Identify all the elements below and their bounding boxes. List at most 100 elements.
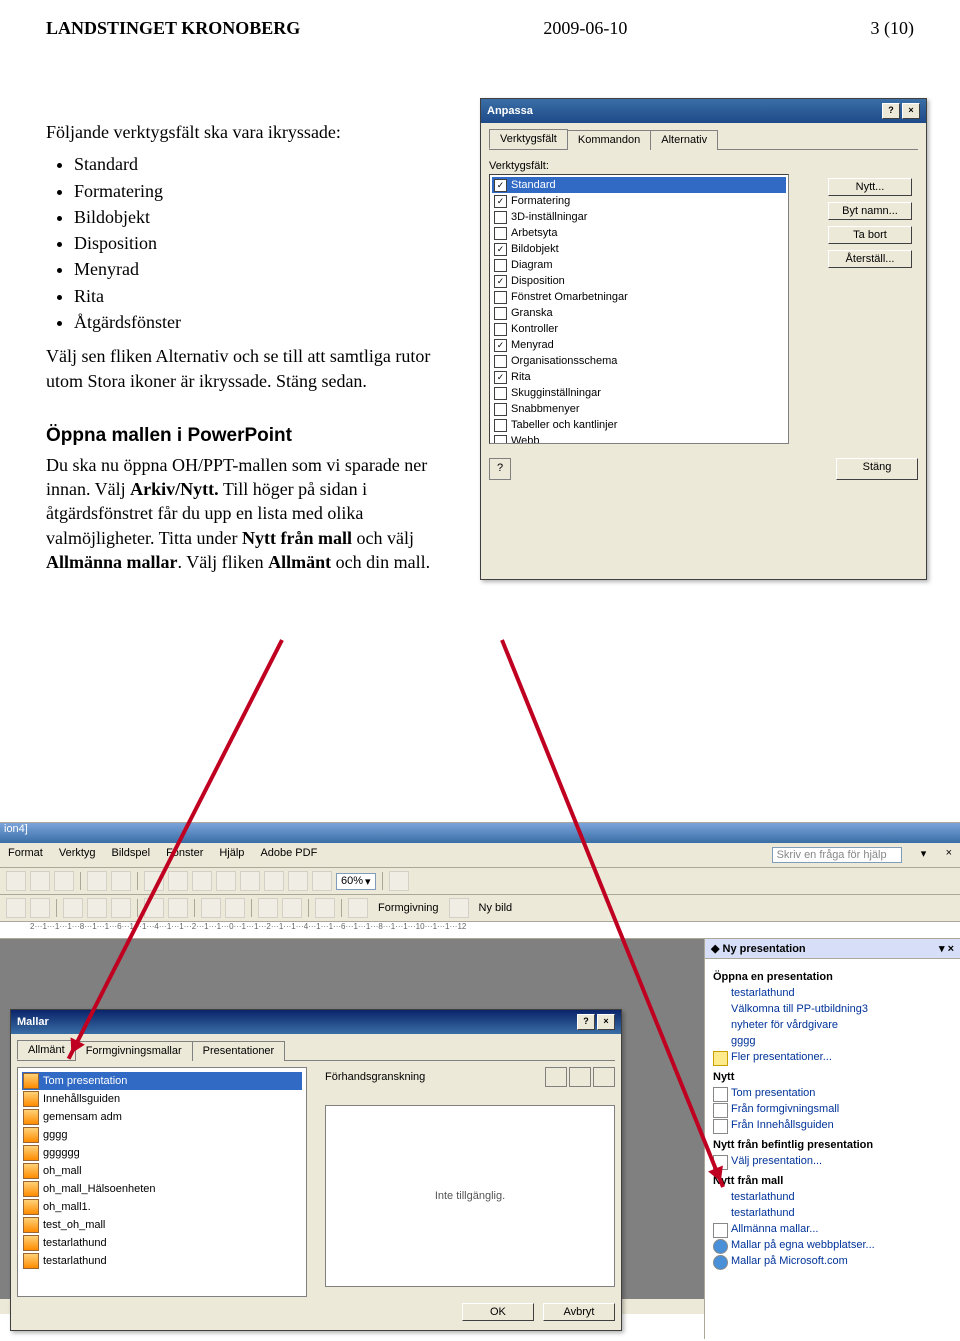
- cancel-button[interactable]: Avbryt: [543, 1303, 615, 1321]
- template-file-row[interactable]: oh_mall: [22, 1162, 302, 1180]
- recent-link[interactable]: nyheter för vårdgivare: [713, 1017, 952, 1033]
- toolbar-checkbox-row[interactable]: Diagram: [492, 257, 786, 273]
- checkbox-icon[interactable]: [494, 259, 507, 272]
- checkbox-icon[interactable]: ✓: [494, 339, 507, 352]
- toolbar-checkbox-row[interactable]: Fönstret Omarbetningar: [492, 289, 786, 305]
- checkbox-icon[interactable]: [494, 435, 507, 445]
- align-right-icon[interactable]: [111, 898, 131, 918]
- help-icon[interactable]: ?: [577, 1014, 595, 1030]
- checkbox-icon[interactable]: ✓: [494, 179, 507, 192]
- ok-button[interactable]: OK: [462, 1303, 534, 1321]
- checkbox-icon[interactable]: [494, 403, 507, 416]
- menu-tools[interactable]: Verktyg: [59, 847, 96, 863]
- help-icon[interactable]: ?: [882, 103, 900, 119]
- show-grid-icon[interactable]: [288, 871, 308, 891]
- toolbar-checkbox-row[interactable]: ✓Formatering: [492, 193, 786, 209]
- tab-commands[interactable]: Kommandon: [567, 130, 651, 150]
- more-presentations-link[interactable]: Fler presentationer...: [713, 1049, 952, 1065]
- template-file-row[interactable]: Innehållsguiden: [22, 1090, 302, 1108]
- rename-button[interactable]: Byt namn...: [828, 202, 912, 220]
- context-help-icon[interactable]: ?: [489, 458, 511, 480]
- underline-icon[interactable]: [6, 898, 26, 918]
- shadow-icon[interactable]: [30, 898, 50, 918]
- taskpane-header[interactable]: ◆ Ny presentation ▾ ×: [705, 939, 960, 959]
- expand-all-icon[interactable]: [240, 871, 260, 891]
- close-icon[interactable]: ×: [597, 1014, 615, 1030]
- details-view-icon[interactable]: [593, 1067, 615, 1087]
- show-formatting-icon[interactable]: [264, 871, 284, 891]
- tab-design-templates[interactable]: Formgivningsmallar: [75, 1041, 193, 1061]
- checkbox-icon[interactable]: [494, 323, 507, 336]
- general-templates-link[interactable]: Allmänna mallar...: [713, 1221, 952, 1237]
- toolbar-checkbox-row[interactable]: Kontroller: [492, 321, 786, 337]
- checkbox-icon[interactable]: [494, 419, 507, 432]
- toolbar-checkbox-row[interactable]: Tabeller och kantlinjer: [492, 417, 786, 433]
- checkbox-icon[interactable]: ✓: [494, 275, 507, 288]
- toolbar-checkbox-row[interactable]: ✓Bildobjekt: [492, 241, 786, 257]
- close-button[interactable]: Stäng: [836, 458, 918, 480]
- close-icon[interactable]: ×: [902, 103, 920, 119]
- from-content-wizard-link[interactable]: Från Innehållsguiden: [713, 1117, 952, 1133]
- dropdown-icon[interactable]: ▾: [939, 943, 945, 955]
- delete-button[interactable]: Ta bort: [828, 226, 912, 244]
- format-painter-icon[interactable]: [54, 871, 74, 891]
- from-design-template-link[interactable]: Från formgivningsmall: [713, 1101, 952, 1117]
- insert-table-icon[interactable]: [168, 871, 188, 891]
- toolbar-checkbox-row[interactable]: Webb: [492, 433, 786, 444]
- undo-icon[interactable]: [87, 871, 107, 891]
- template-file-row[interactable]: oh_mall1.: [22, 1198, 302, 1216]
- checkbox-icon[interactable]: ✓: [494, 195, 507, 208]
- reset-button[interactable]: Återställ...: [828, 250, 912, 268]
- menu-slideshow[interactable]: Bildspel: [112, 847, 151, 863]
- redo-icon[interactable]: [111, 871, 131, 891]
- checkbox-icon[interactable]: [494, 307, 507, 320]
- dialog-titlebar[interactable]: Anpassa ? ×: [481, 99, 926, 123]
- toolbar-checkbox-row[interactable]: Arbetsyta: [492, 225, 786, 241]
- recent-link[interactable]: testarlathund: [713, 985, 952, 1001]
- new-slide-button[interactable]: Ny bild: [473, 902, 519, 914]
- checkbox-icon[interactable]: [494, 211, 507, 224]
- checkbox-icon[interactable]: ✓: [494, 243, 507, 256]
- menu-format[interactable]: Format: [8, 847, 43, 863]
- recent-link[interactable]: Välkomna till PP-utbildning3: [713, 1001, 952, 1017]
- dropdown-icon[interactable]: ▾: [918, 847, 930, 863]
- help-icon[interactable]: [389, 871, 409, 891]
- template-file-row[interactable]: oh_mall_Hälsoenheten: [22, 1180, 302, 1198]
- close-doc-icon[interactable]: ×: [946, 847, 952, 863]
- menu-help[interactable]: Hjälp: [219, 847, 244, 863]
- templates-file-list[interactable]: Tom presentationInnehållsguidengemensam …: [17, 1067, 307, 1297]
- toolbar-checkbox-row[interactable]: ✓Standard: [492, 177, 786, 193]
- checkbox-icon[interactable]: [494, 355, 507, 368]
- bullets-icon[interactable]: [168, 898, 188, 918]
- checkbox-icon[interactable]: [494, 227, 507, 240]
- close-icon[interactable]: ×: [948, 943, 954, 955]
- decrease-indent-icon[interactable]: [258, 898, 278, 918]
- checkbox-icon[interactable]: ✓: [494, 371, 507, 384]
- blank-presentation-link[interactable]: Tom presentation: [713, 1085, 952, 1101]
- large-icons-view-icon[interactable]: [545, 1067, 567, 1087]
- ms-templates-link[interactable]: Mallar på Microsoft.com: [713, 1253, 952, 1269]
- template-file-row[interactable]: gggg: [22, 1126, 302, 1144]
- toolbar-checkbox-row[interactable]: ✓Rita: [492, 369, 786, 385]
- increase-indent-icon[interactable]: [282, 898, 302, 918]
- toolbar-checkbox-row[interactable]: Organisationsschema: [492, 353, 786, 369]
- template-link[interactable]: testarlathund: [713, 1205, 952, 1221]
- toolbar-checkbox-row[interactable]: Snabbmenyer: [492, 401, 786, 417]
- toolbar-checkbox-row[interactable]: Granska: [492, 305, 786, 321]
- menu-adobe-pdf[interactable]: Adobe PDF: [260, 847, 317, 863]
- toolbar-checkbox-row[interactable]: 3D-inställningar: [492, 209, 786, 225]
- increase-font-icon[interactable]: [201, 898, 221, 918]
- choose-presentation-link[interactable]: Välj presentation...: [713, 1153, 952, 1169]
- design-icon[interactable]: [348, 898, 368, 918]
- template-file-row[interactable]: gemensam adm: [22, 1108, 302, 1126]
- decrease-font-icon[interactable]: [225, 898, 245, 918]
- dialog-titlebar[interactable]: Mallar ? ×: [11, 1010, 621, 1034]
- tab-presentations[interactable]: Presentationer: [192, 1041, 286, 1061]
- template-file-row[interactable]: gggggg: [22, 1144, 302, 1162]
- font-color-icon[interactable]: [315, 898, 335, 918]
- template-link[interactable]: testarlathund: [713, 1189, 952, 1205]
- checkbox-icon[interactable]: [494, 387, 507, 400]
- new-slide-icon[interactable]: [449, 898, 469, 918]
- dropdown-icon[interactable]: ▾: [365, 875, 371, 888]
- toolbars-listbox[interactable]: ✓Standard✓Formatering3D-inställningarArb…: [489, 174, 789, 444]
